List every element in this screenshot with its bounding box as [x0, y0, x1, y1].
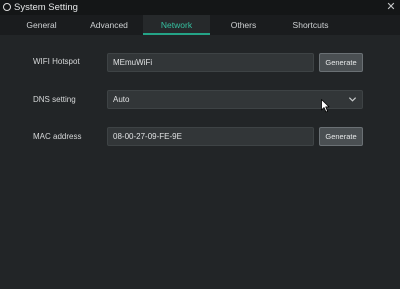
- tab-general[interactable]: General: [0, 15, 83, 35]
- dns-setting-value: Auto: [113, 95, 130, 104]
- tab-shortcuts[interactable]: Shortcuts: [277, 15, 344, 35]
- network-settings-panel: WIFI Hotspot MEmuWiFi Generate DNS setti…: [0, 35, 400, 289]
- mouse-pointer-icon: [321, 99, 330, 113]
- chevron-down-icon: [348, 97, 357, 102]
- window-title: System Setting: [14, 2, 78, 13]
- mac-address-input[interactable]: 08-00-27-09-FE-9E: [107, 127, 314, 146]
- mac-generate-button[interactable]: Generate: [319, 127, 363, 146]
- wifi-hotspot-input[interactable]: MEmuWiFi: [107, 53, 314, 72]
- title-bar: System Setting ✕: [0, 0, 400, 15]
- tab-advanced[interactable]: Advanced: [73, 15, 145, 35]
- mac-address-label: MAC address: [33, 132, 82, 141]
- wifi-generate-button[interactable]: Generate: [319, 53, 363, 72]
- tab-network[interactable]: Network: [143, 15, 210, 35]
- tab-others[interactable]: Others: [210, 15, 277, 35]
- close-button[interactable]: ✕: [384, 0, 398, 15]
- dns-setting-label: DNS setting: [33, 95, 76, 104]
- wifi-hotspot-label: WIFI Hotspot: [33, 57, 80, 66]
- tab-bar: General Advanced Network Others Shortcut…: [0, 15, 400, 35]
- app-logo-icon: [3, 3, 11, 11]
